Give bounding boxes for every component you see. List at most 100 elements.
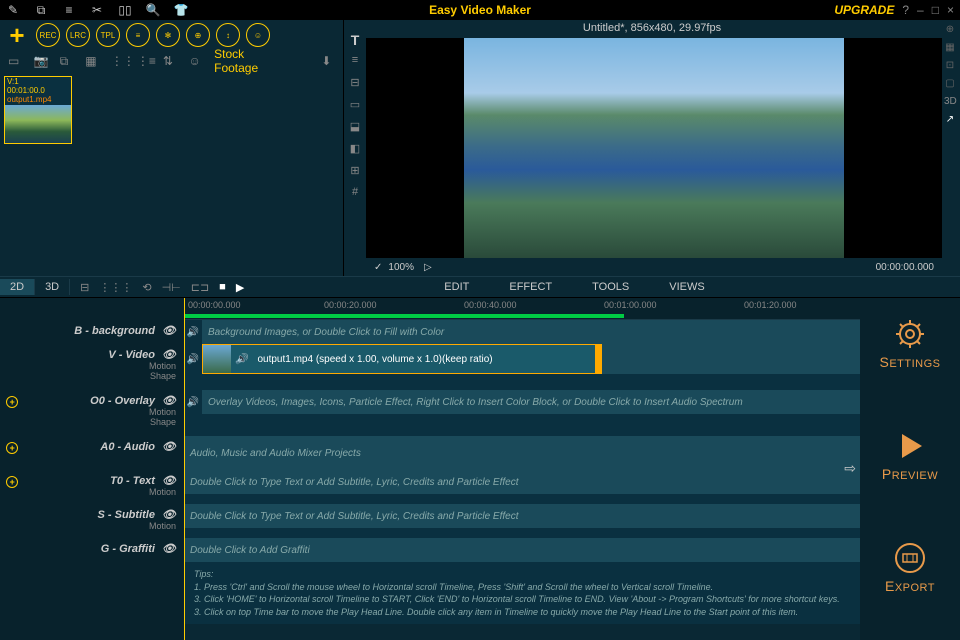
person-button[interactable]: ☺ — [246, 23, 270, 47]
tl-tool-1[interactable]: ⊟ — [80, 281, 89, 294]
rtool-2[interactable]: ▦ — [944, 42, 956, 54]
track-label-text[interactable]: +T0 - Text 👁Motion — [0, 470, 184, 504]
topbar-icon-1[interactable]: ✎ — [6, 3, 20, 17]
2d-tab[interactable]: 2D — [0, 279, 35, 295]
tool-icon-2[interactable]: ≡ — [348, 54, 362, 68]
subtitle-lane[interactable]: Double Click to Type Text or Add Subtitl… — [184, 504, 860, 528]
text-tool-icon[interactable]: T — [348, 32, 362, 46]
timeline[interactable]: 00:00:00.000 00:00:20.000 00:00:40.000 0… — [184, 298, 860, 640]
add-overlay-button[interactable]: + — [6, 396, 18, 408]
tool-icon-5[interactable]: ⬓ — [348, 120, 362, 134]
rtool-1[interactable]: ⊕ — [944, 24, 956, 36]
video-clip[interactable]: 🔊 output1.mp4 (speed x 1.00, volume x 1.… — [202, 344, 602, 374]
video-motion-lane[interactable] — [184, 374, 860, 390]
sec-icon-5[interactable]: ⋮⋮ — [111, 54, 125, 68]
sec-icon-8[interactable]: ☺ — [189, 54, 203, 68]
add-text-button[interactable]: + — [6, 476, 18, 488]
topbar-icon-2[interactable]: ⧉ — [34, 3, 48, 17]
download-icon[interactable]: ⬇ — [321, 54, 335, 68]
tl-tool-4[interactable]: ⊣⊢ — [162, 281, 181, 294]
sec-icon-1[interactable]: ▭ — [8, 54, 22, 68]
rec-button[interactable]: REC — [36, 23, 60, 47]
speaker-icon[interactable]: 🔊 — [184, 390, 202, 414]
add-media-button[interactable]: + — [4, 22, 30, 48]
help-button[interactable]: ? — [902, 3, 909, 17]
eye-icon[interactable]: 👁 — [162, 474, 176, 487]
add-audio-button[interactable]: + — [6, 442, 18, 454]
eye-icon[interactable]: 👁 — [162, 348, 176, 361]
media-bin[interactable]: V:1 00:01:00.0 output1.mp4 — [0, 72, 343, 148]
upgrade-button[interactable]: UPGRADE — [834, 3, 894, 17]
video-lane[interactable]: 🔊 output1.mp4 (speed x 1.00, volume x 1.… — [202, 344, 860, 374]
expand-arrow-icon[interactable]: ⇨ — [844, 460, 856, 477]
track-label-overlay[interactable]: +O0 - Overlay 👁MotionShape — [0, 390, 184, 436]
minimize-button[interactable]: – — [917, 3, 924, 17]
speaker-icon[interactable]: 🔊 — [184, 344, 202, 374]
export-button[interactable]: EXPORT — [885, 542, 935, 594]
menu-effect[interactable]: EFFECT — [509, 281, 552, 293]
rtool-3[interactable]: ⊡ — [944, 60, 956, 72]
3d-tab[interactable]: 3D — [35, 279, 70, 295]
topbar-icon-7[interactable]: 👕 — [174, 3, 188, 17]
graffiti-lane[interactable]: Double Click to Add Graffiti — [184, 538, 860, 562]
media-thumbnail[interactable]: V:1 00:01:00.0 output1.mp4 — [4, 76, 72, 144]
circle-button-7[interactable]: ↕ — [216, 23, 240, 47]
zoom-out-icon[interactable]: ✓ — [374, 262, 382, 273]
track-label-bg[interactable]: B - background 👁 — [0, 320, 184, 344]
tl-tool-5[interactable]: ⊏⊐ — [191, 281, 209, 294]
tool-icon-7[interactable]: ⊞ — [348, 164, 362, 178]
list-button[interactable]: ≡ — [126, 23, 150, 47]
track-label-audio[interactable]: +A0 - Audio 👁 — [0, 436, 184, 470]
track-label-subtitle[interactable]: S - Subtitle 👁Motion — [0, 504, 184, 538]
tl-stop[interactable]: ■ — [219, 281, 226, 294]
tl-tool-3[interactable]: ⟲ — [142, 281, 151, 294]
speaker-icon[interactable]: 🔊 — [184, 320, 202, 344]
bg-lane[interactable]: Background Images, or Double Click to Fi… — [202, 320, 860, 344]
topbar-icon-4[interactable]: ✂ — [90, 3, 104, 17]
menu-edit[interactable]: EDIT — [444, 281, 469, 293]
track-label-graffiti[interactable]: G - Graffiti 👁 — [0, 538, 184, 562]
close-button[interactable]: × — [947, 3, 954, 17]
sec-icon-4[interactable]: ▦ — [85, 54, 99, 68]
rtool-6[interactable]: ↗ — [944, 114, 956, 126]
camera-icon[interactable]: 📷 — [34, 54, 48, 68]
sec-icon-7[interactable]: ⇅ — [163, 54, 177, 68]
effect-button[interactable]: ✻ — [156, 23, 180, 47]
tl-play[interactable]: ▶ — [236, 281, 244, 294]
overlay-motion-lane[interactable] — [184, 414, 860, 436]
tool-icon-4[interactable]: ▭ — [348, 98, 362, 112]
settings-button[interactable]: SETTINGS — [879, 318, 940, 370]
audio-lane[interactable]: Audio, Music and Audio Mixer Projects — [184, 436, 860, 470]
text-lane[interactable]: Double Click to Type Text or Add Subtitl… — [184, 470, 860, 494]
text-motion-lane[interactable] — [184, 494, 860, 504]
eye-icon[interactable]: 👁 — [162, 324, 176, 337]
playhead[interactable] — [184, 298, 185, 640]
maximize-button[interactable]: □ — [932, 3, 939, 17]
tl-tool-2[interactable]: ⋮⋮⋮ — [99, 281, 132, 294]
rtool-5[interactable]: 3D — [944, 96, 956, 108]
topbar-icon-6[interactable]: 🔍 — [146, 3, 160, 17]
lrc-button[interactable]: LRC — [66, 23, 90, 47]
eye-icon[interactable]: 👁 — [162, 394, 176, 407]
subtitle-motion-lane[interactable] — [184, 528, 860, 538]
play-button[interactable]: ▷ — [424, 262, 432, 273]
eye-icon[interactable]: 👁 — [162, 508, 176, 521]
tpl-button[interactable]: TPL — [96, 23, 120, 47]
menu-views[interactable]: VIEWS — [669, 281, 704, 293]
track-label-video[interactable]: V - Video 👁MotionShape — [0, 344, 184, 390]
circle-button-6[interactable]: ⊕ — [186, 23, 210, 47]
overlay-lane[interactable]: Overlay Videos, Images, Icons, Particle … — [202, 390, 860, 414]
tool-icon-3[interactable]: ⊟ — [348, 76, 362, 90]
preview-viewport[interactable] — [366, 38, 942, 258]
clip-handle[interactable] — [595, 345, 601, 373]
grid-icon[interactable]: # — [348, 186, 362, 200]
topbar-icon-5[interactable]: ▯▯ — [118, 3, 132, 17]
zoom-level[interactable]: 100% — [388, 262, 414, 273]
menu-tools[interactable]: TOOLS — [592, 281, 629, 293]
rtool-4[interactable]: ▢ — [944, 78, 956, 90]
stock-footage-button[interactable]: Stock Footage — [214, 47, 289, 75]
preview-button[interactable]: PREVIEW — [882, 430, 938, 482]
sec-icon-3[interactable]: ⧉ — [60, 54, 74, 68]
topbar-icon-3[interactable]: ≡ — [62, 3, 76, 17]
tool-icon-6[interactable]: ◧ — [348, 142, 362, 156]
